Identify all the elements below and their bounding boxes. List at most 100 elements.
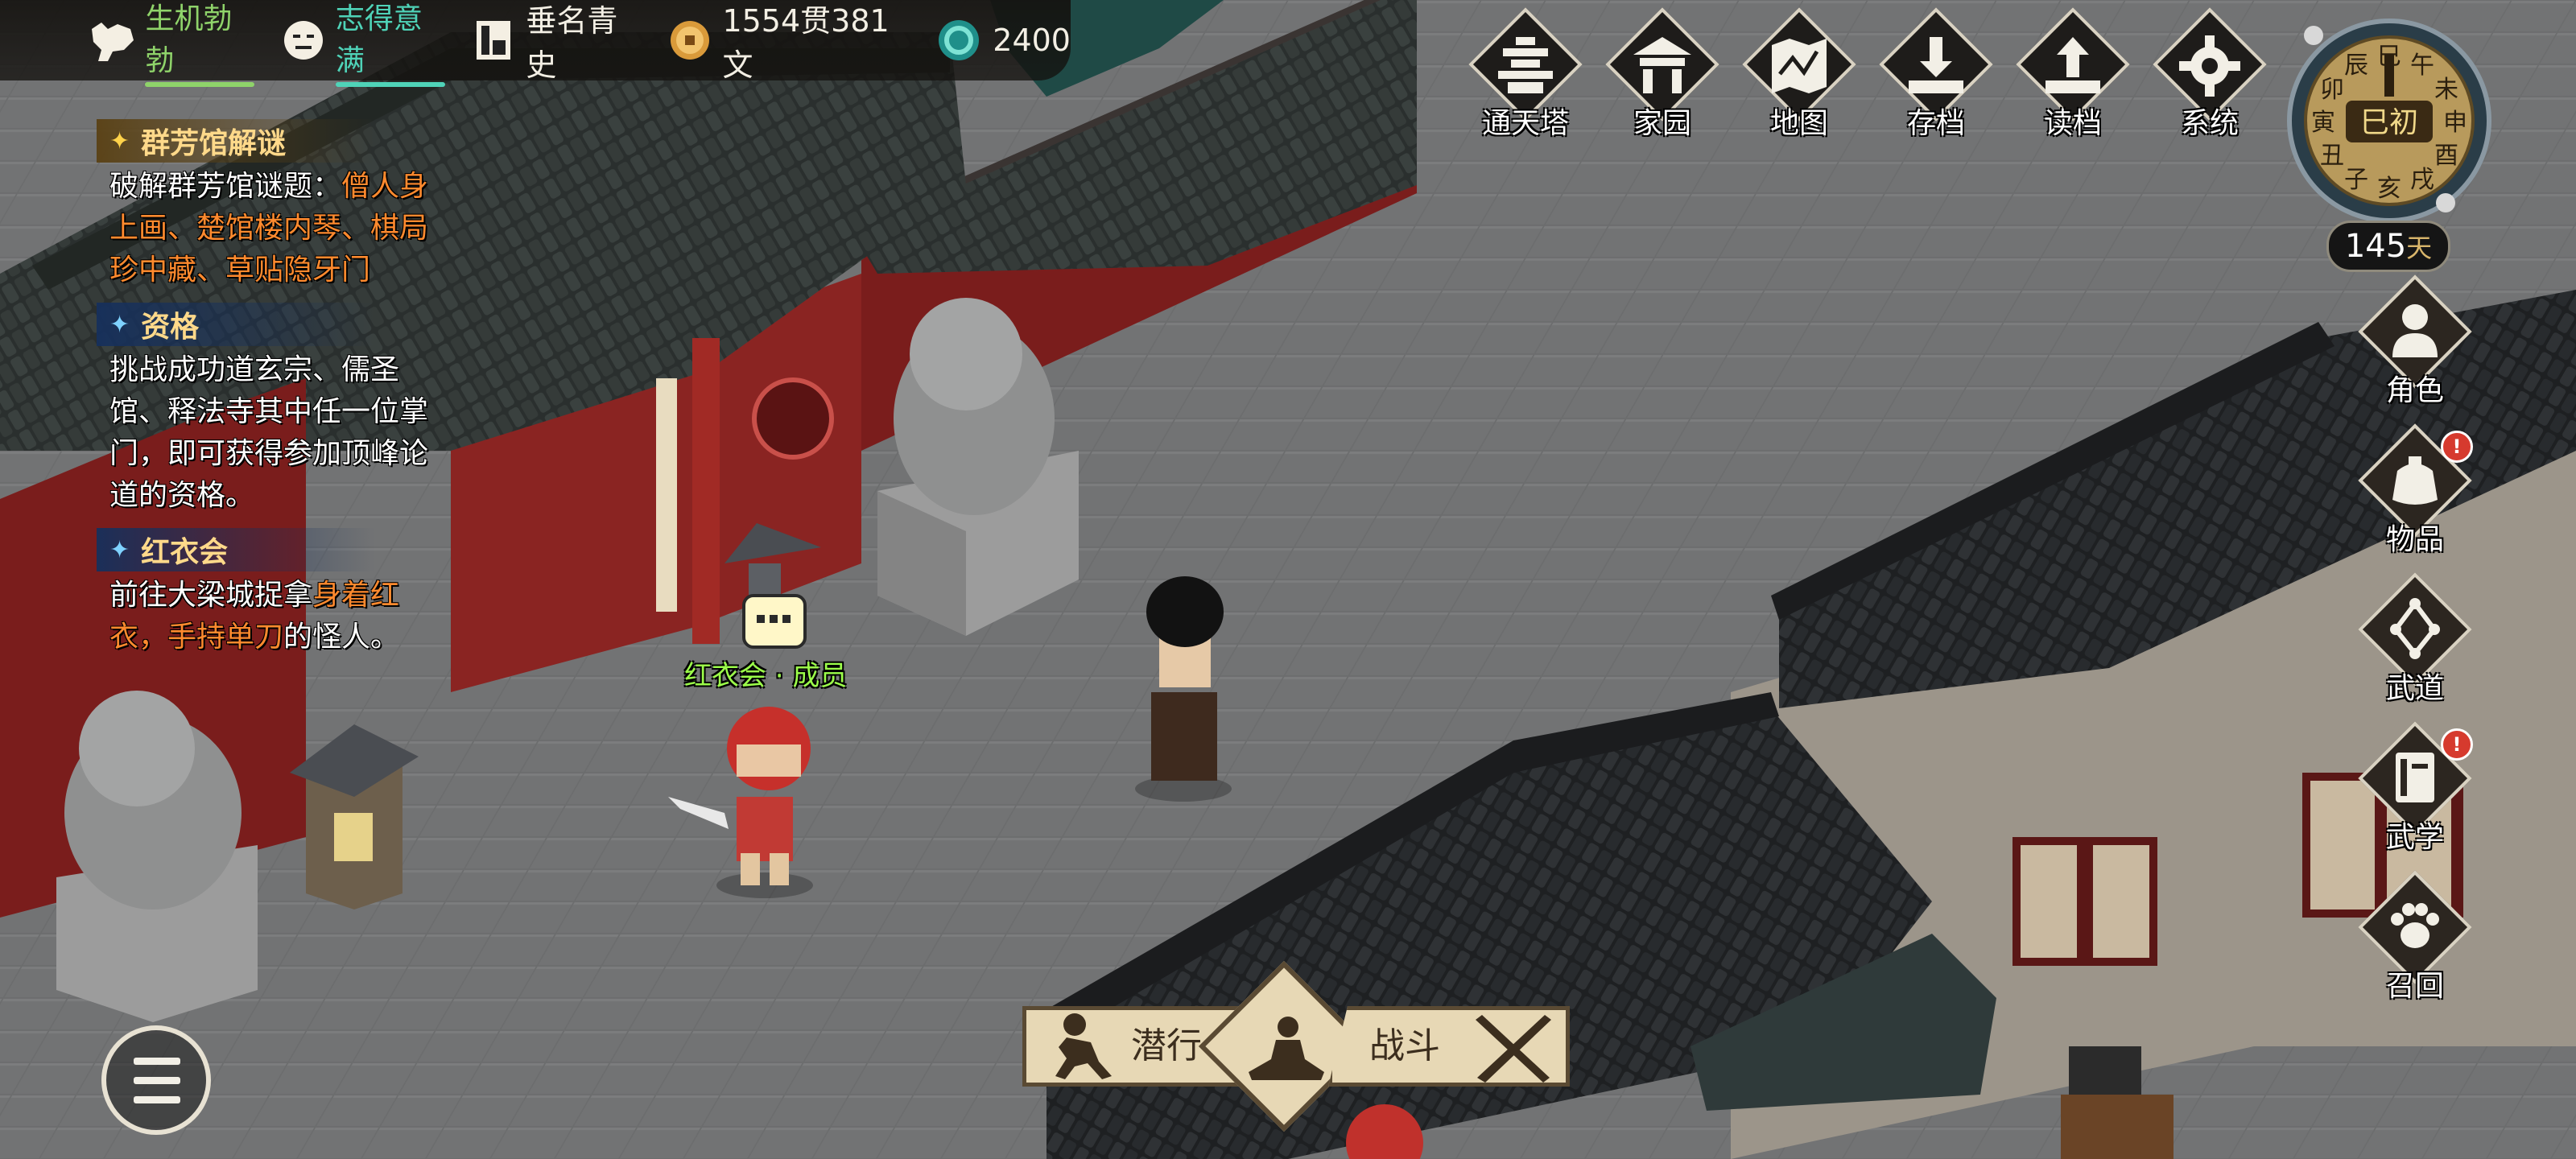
dial-branch: 未 [2434,76,2458,104]
quest-title[interactable]: ✦ 资格 [97,303,375,346]
dial-branch: 寅 [2311,109,2335,137]
top-menu-label: 存档 [1906,107,1965,140]
vitality-status[interactable]: 生机勃勃 [89,0,255,87]
muscle-icon [89,14,137,66]
quest-description: 挑战成功道玄宗、儒圣馆、释法寺其中任一位掌门，即可获得参加顶峰论道的资格。 [109,349,456,517]
quest-title-label: 资格 [141,311,200,344]
top-menu-pagoda-button[interactable]: 通天塔 [1457,7,1583,140]
top-menu-map-button[interactable]: 地图 [1731,7,1856,140]
top-menu-label: 地图 [1769,107,1828,140]
gate-pillar [692,338,720,644]
dial-branch: 酉 [2434,142,2458,170]
quest-description: 前往大梁城捉拿身着红衣，手持单刀的怪人。 [109,575,456,658]
side-menu-paw-button[interactable]: 召回 [2351,870,2479,1014]
reputation-label: 垂名青史 [526,3,618,83]
status-bar: 生机勃勃 志得意满 垂名青史 1554贯381文 2400 [0,0,1071,87]
top-menu-load-upload-button[interactable]: 读档 [2004,7,2130,140]
quest-description: 破解群芳馆谜题：僧人身上画、楚馆楼内琴、棋局珍中藏、草贴隐牙门 [109,166,456,291]
top-menu-house-button[interactable]: 家园 [1594,7,1719,140]
quest-title[interactable]: ✦ 群芳馆解谜 [97,119,375,163]
quest-title-label: 红衣会 [141,536,229,569]
jade-orb-icon [933,14,985,66]
paw-icon [2391,903,2439,948]
top-menu-save-download-button[interactable]: 存档 [1868,7,1993,140]
quest-star-icon: ✦ [109,310,130,339]
jade-status: 2400 [933,14,1071,66]
moon-icon [2436,193,2455,212]
pagoda-icon [1498,37,1553,93]
copper-coin-icon [666,14,715,66]
hamburger-icon-line [134,1096,180,1103]
npc-name-label: 红衣会 · 成员 [684,660,848,692]
side-menu-person-bust-button[interactable]: 角色 [2351,274,2479,419]
meditate-icon [1249,1017,1324,1080]
side-menu-skill-tree-button[interactable]: 武道 [2351,572,2479,716]
quest-text: 破解群芳馆谜题： [109,170,342,203]
hamburger-icon-line [134,1077,180,1084]
money-value: 1554贯381文 [722,3,890,83]
quest-title[interactable]: ✦ 红衣会 [97,528,375,571]
day-count-unit: 天 [2406,233,2433,263]
dial-branch: 子 [2344,166,2368,194]
jade-value: 2400 [993,23,1071,58]
speech-bubble-icon[interactable] [742,594,807,649]
manual-book-icon [2396,753,2434,802]
hamburger-icon [134,1058,180,1065]
sun-icon [2304,26,2323,45]
skill-tree-icon [2390,598,2440,659]
quest-text: 的怪人。 [283,621,400,654]
gear-icon [2179,35,2240,97]
money-status: 1554贯381文 [666,0,909,85]
scroll-portrait-icon [469,14,518,66]
smiley-face-icon [279,14,327,66]
quest-log: ✦ 群芳馆解谜 破解群芳馆谜题：僧人身上画、楚馆楼内琴、棋局珍中藏、草贴隐牙门 ✦ 资格… [97,119,451,670]
dial-branch: 戌 [2410,166,2434,194]
vitality-bar [145,82,255,87]
dial-branch: 申 [2443,109,2467,137]
fight-label: 战斗 [1369,1025,1440,1066]
dial-branch: 午 [2410,52,2434,80]
side-menu-label: 武学 [2385,821,2444,854]
side-menu-label: 角色 [2385,374,2444,407]
gate-couplet-left [656,378,677,612]
round-window [752,377,834,460]
dial-branch: 辰 [2344,52,2368,80]
top-menu-gear-button[interactable]: 系统 [2141,7,2267,140]
dial-hand [2384,55,2394,97]
dial-branch: 丑 [2320,142,2344,170]
sneak-icon [1055,1013,1112,1079]
sneak-label: 潜行 [1131,1025,1202,1066]
map-icon [1772,39,1827,93]
top-menu-label: 通天塔 [1481,107,1569,140]
save-download-icon [1909,37,1963,93]
quest-star-icon: ✦ [109,535,130,564]
dial-branch: 亥 [2377,175,2401,203]
load-upload-icon [2046,37,2100,93]
alert-badge-icon: ! [2441,431,2473,463]
dial-branch: 卯 [2320,76,2344,104]
fight-button[interactable]: 战斗 [1328,1006,1570,1087]
time-dial[interactable]: 午未申酉戌亥子丑寅卯辰巳巳初 [2285,16,2494,225]
mood-bar [335,82,445,87]
mood-status[interactable]: 志得意满 [279,0,445,87]
house-icon [1633,37,1691,93]
side-menu-label: 物品 [2385,523,2444,556]
side-menu-label: 召回 [2385,970,2444,1003]
quest-star-icon: ✦ [109,126,130,155]
wooden-stump [2061,1095,2174,1159]
vitality-label: 生机勃勃 [145,0,255,87]
day-counter: 145天 [2326,221,2450,272]
side-menu-bag-button[interactable]: 物品! [2351,423,2479,567]
current-time-label: 巳初 [2360,106,2418,139]
main-menu-button[interactable] [101,1025,211,1135]
quest-title-label: 群芳馆解谜 [141,127,287,160]
quest-text: 前往大梁城捉拿 [109,579,313,612]
side-menu-label: 武道 [2385,672,2444,705]
top-menu-label: 读档 [2043,107,2102,140]
side-menu-manual-book-button[interactable]: 武学! [2351,721,2479,865]
quest-text: 挑战成功道玄宗、儒圣馆、释法寺其中任一位掌门，即可获得参加顶峰论道的资格。 [109,353,429,512]
reputation-status[interactable]: 垂名青史 [469,0,642,85]
bag-icon [2392,456,2438,505]
mood-label: 志得意满 [335,0,445,87]
person-bust-icon [2392,304,2438,357]
